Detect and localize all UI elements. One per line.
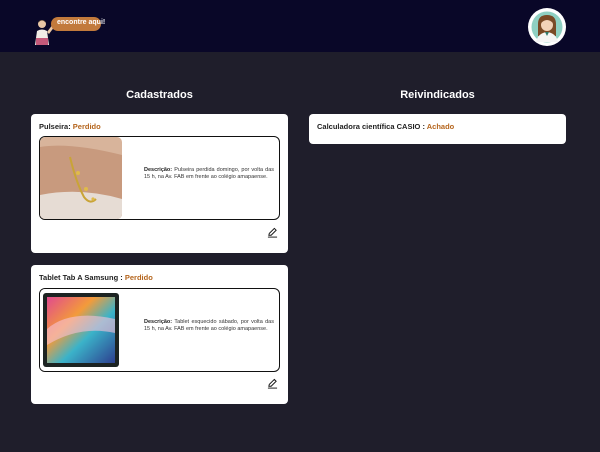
item-status: Perdido (72, 122, 101, 131)
item-card: Tablet Tab A Samsung : Perdido Descrição (31, 265, 288, 404)
item-details-box: Descrição: Tablet esquecido sábado, por … (39, 288, 280, 372)
bracelet-photo-icon (40, 137, 122, 219)
pencil-icon[interactable] (267, 378, 278, 389)
logo[interactable]: encontre aqui! (33, 14, 105, 45)
item-name: Tablet Tab A Samsung (39, 273, 119, 282)
logo-text: encontre aqui! (57, 19, 106, 26)
item-name: Pulseira (39, 122, 69, 131)
user-avatar-icon (529, 9, 565, 45)
registered-column-title: Cadastrados (126, 89, 193, 101)
claimed-column-title: Reivindicados (400, 89, 475, 101)
user-avatar[interactable] (528, 8, 566, 46)
description-label: Descrição: (144, 319, 173, 325)
item-card-title: Tablet Tab A Samsung : Perdido (39, 273, 153, 282)
item-photo (40, 289, 122, 371)
item-card: Pulseira: Perdido Descrição: Pulseira pe… (31, 114, 288, 253)
item-details-box: Descrição: Pulseira perdida domingo, por… (39, 136, 280, 220)
description-label: Descrição: (144, 167, 173, 173)
item-name: Calculadora científica CASIO (317, 122, 421, 131)
title-separator: : (118, 273, 125, 282)
pencil-icon[interactable] (267, 227, 278, 238)
item-card-title: Calculadora científica CASIO : Achado (317, 122, 454, 131)
item-card-title: Pulseira: Perdido (39, 122, 101, 131)
item-description: Descrição: Pulseira perdida domingo, por… (144, 167, 274, 181)
item-status: Perdido (124, 273, 153, 282)
tablet-photo-icon (43, 293, 119, 367)
item-status: Achado (426, 122, 455, 131)
item-description: Descrição: Tablet esquecido sábado, por … (144, 319, 274, 333)
item-photo (40, 137, 122, 219)
logo-badge: encontre aqui! (51, 17, 105, 31)
claimed-item-card: Calculadora científica CASIO : Achado (309, 114, 566, 144)
top-bar: encontre aqui! (0, 0, 600, 52)
